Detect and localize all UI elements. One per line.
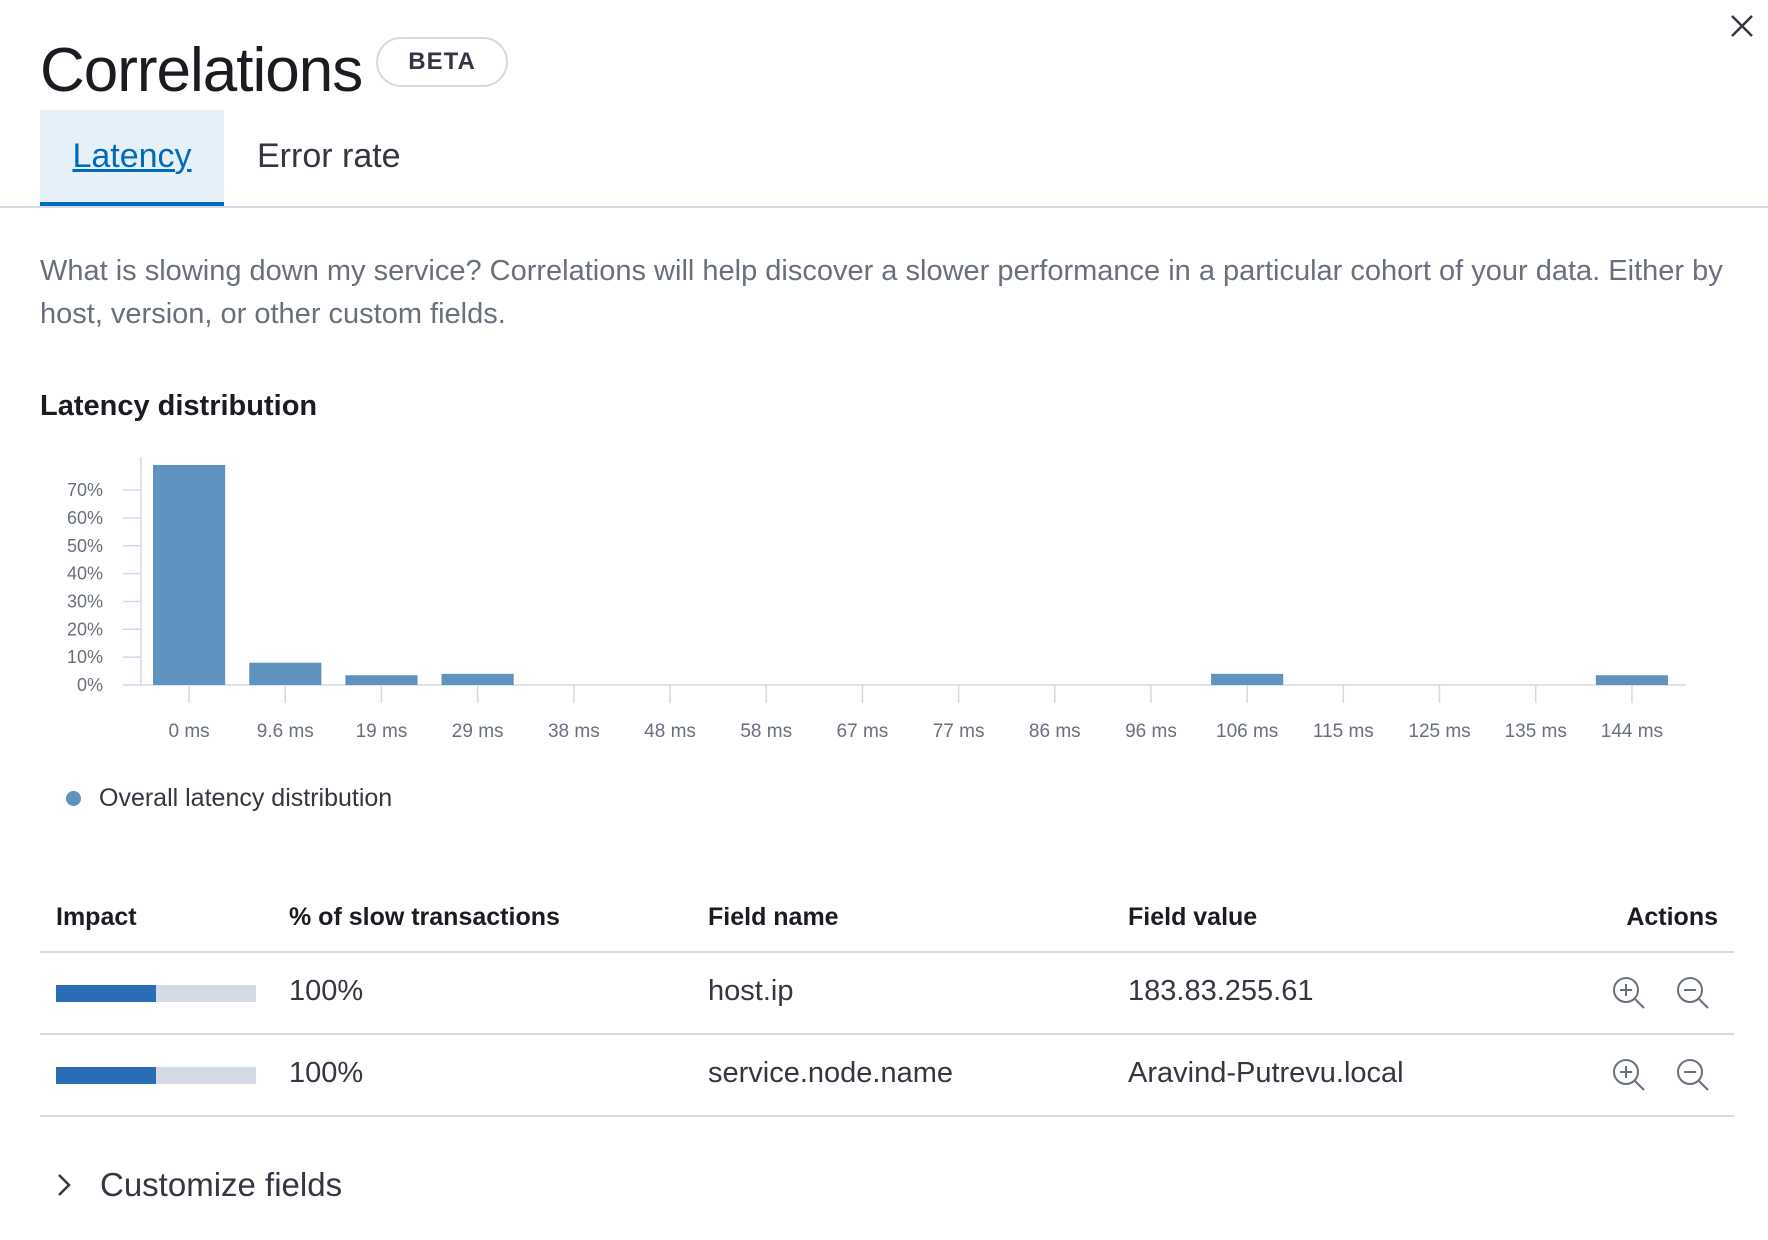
y-tick-label: 50% [67, 536, 103, 556]
flyout-header: Correlations BETA [40, 30, 508, 110]
slow-transactions-value: 100% [289, 1057, 364, 1089]
close-icon [1731, 15, 1753, 37]
x-tick-label: 135 ms [1505, 721, 1567, 742]
y-tick-label: 70% [67, 480, 103, 500]
y-tick-label: 60% [67, 508, 103, 528]
legend-label: Overall latency distribution [99, 784, 393, 812]
x-tick-label: 0 ms [169, 721, 210, 742]
impact-bar-fill [56, 985, 156, 1002]
tab-bar: Latency Error rate [0, 110, 1768, 208]
latency-distribution-chart: 0% 10% 20% 30% 40% 50% 60% 70% 0 ms 9.6 ms 19 ms 29… [67, 457, 1686, 742]
x-tick-label: 86 ms [1029, 721, 1081, 742]
x-tick-label: 67 ms [837, 721, 889, 742]
legend-color-swatch [66, 791, 81, 806]
x-tick-label: 19 ms [356, 721, 408, 742]
x-tick-label: 144 ms [1601, 721, 1663, 742]
x-tick-label: 38 ms [548, 721, 600, 742]
page-title: Correlations [40, 35, 363, 105]
field-name-value: host.ip [708, 975, 794, 1007]
column-header-field-value[interactable]: Field value [1128, 903, 1257, 932]
column-header-impact[interactable]: Impact [56, 903, 137, 932]
chart-bar [441, 673, 514, 685]
y-tick-label: 0% [77, 675, 103, 695]
x-tick-label: 9.6 ms [257, 721, 314, 742]
zoom-in-icon[interactable] [1609, 973, 1649, 1013]
x-tick-label: 58 ms [740, 721, 792, 742]
zoom-in-icon[interactable] [1609, 1055, 1649, 1095]
y-tick-label: 30% [67, 591, 103, 611]
x-tick-label: 48 ms [644, 721, 696, 742]
x-tick-label: 115 ms [1313, 721, 1374, 742]
column-header-actions: Actions [1626, 903, 1718, 931]
x-tick-label: 125 ms [1408, 721, 1470, 742]
impact-bar-fill [56, 1067, 156, 1084]
chart-bar [1211, 673, 1284, 685]
customize-fields-label: Customize fields [100, 1166, 343, 1203]
table-row[interactable]: 100% service.node.name Aravind-Putrevu.l… [40, 1035, 1734, 1117]
impact-bar [56, 985, 256, 1002]
field-value-value: 183.83.255.61 [1128, 975, 1314, 1007]
chart-bar [1595, 675, 1668, 685]
chart-bar [153, 465, 226, 685]
tab-error-rate[interactable]: Error rate [257, 110, 401, 202]
chart-legend-item[interactable]: Overall latency distribution [66, 784, 392, 813]
tab-latency[interactable]: Latency [40, 110, 224, 206]
zoom-out-icon[interactable] [1673, 1055, 1713, 1095]
column-header-slow-transactions[interactable]: % of slow transactions [289, 903, 560, 932]
zoom-out-icon[interactable] [1673, 973, 1713, 1013]
chart-bar [249, 662, 322, 685]
impact-bar [56, 1067, 256, 1084]
x-tick-label: 77 ms [933, 721, 985, 742]
description-text: What is slowing down my service? Correla… [40, 255, 1723, 330]
chart-bar [345, 675, 418, 685]
chevron-right-icon [58, 1174, 71, 1196]
customize-fields-toggle[interactable]: Customize fields [50, 1166, 342, 1204]
field-value-value: Aravind-Putrevu.local [1128, 1057, 1404, 1089]
y-tick-label: 20% [67, 619, 103, 639]
column-header-field-name[interactable]: Field name [708, 903, 839, 932]
beta-badge: BETA [376, 37, 508, 87]
close-button[interactable] [1722, 6, 1762, 46]
table-header-row: Impact % of slow transactions Field name… [40, 885, 1734, 953]
y-tick-label: 10% [67, 647, 103, 667]
x-tick-label: 96 ms [1125, 721, 1177, 742]
table-row[interactable]: 100% host.ip 183.83.255.61 [40, 953, 1734, 1035]
correlations-table: Impact % of slow transactions Field name… [40, 885, 1734, 1117]
field-name-value: service.node.name [708, 1057, 954, 1089]
x-tick-label: 29 ms [452, 721, 504, 742]
x-tick-label: 106 ms [1216, 721, 1278, 742]
latency-distribution-title: Latency distribution [40, 390, 318, 422]
slow-transactions-value: 100% [289, 975, 364, 1007]
y-tick-label: 40% [67, 564, 103, 584]
